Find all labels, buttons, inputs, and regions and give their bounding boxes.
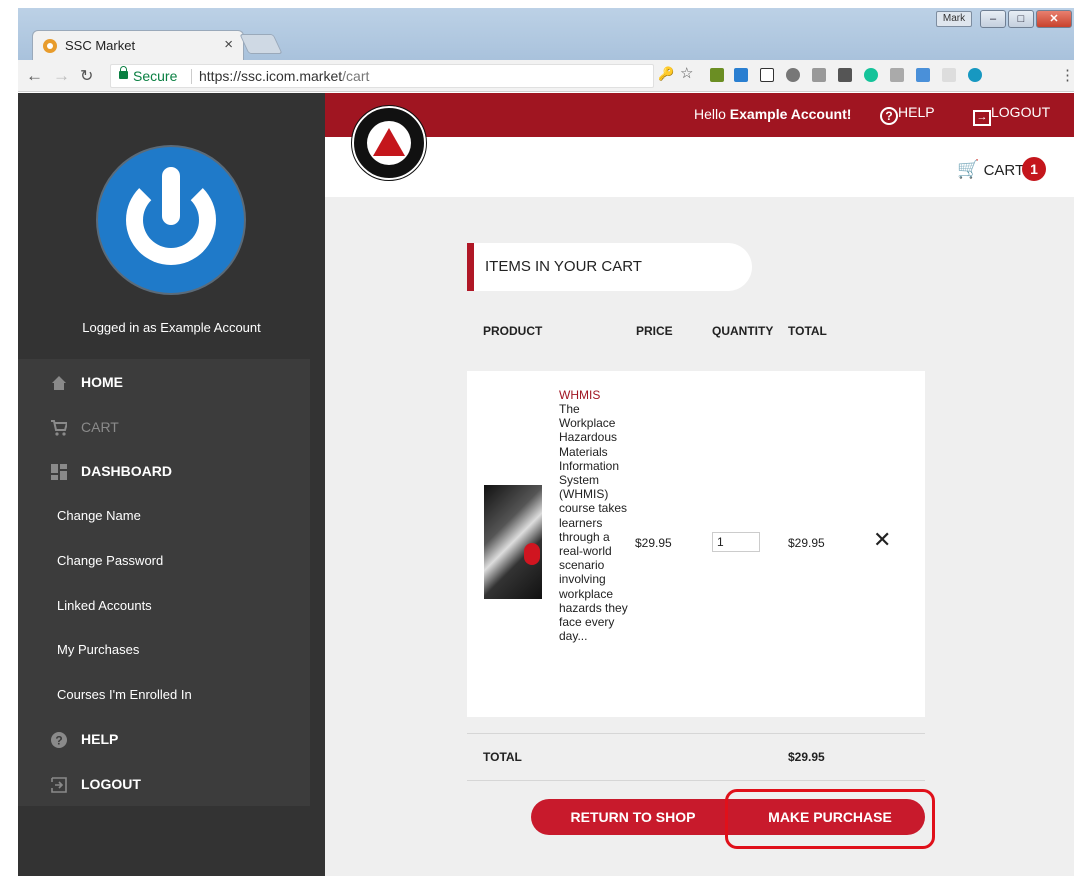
secure-label: Secure <box>133 68 178 84</box>
sidebar: Logged in as Example Account HOME CART D… <box>18 93 325 876</box>
sidebar-item-my-purchases[interactable]: My Purchases <box>18 631 310 671</box>
minimize-button[interactable]: – <box>980 10 1006 28</box>
profile-button[interactable]: Mark <box>936 11 972 27</box>
blue-extension-icon[interactable] <box>916 68 930 82</box>
recycle-extension-icon[interactable] <box>710 68 724 82</box>
square-extension-icon[interactable] <box>838 68 852 82</box>
sidebar-item-dashboard[interactable]: DASHBOARD <box>18 452 310 492</box>
column-quantity: QUANTITY <box>712 324 774 338</box>
tab-close-icon[interactable]: × <box>224 36 233 53</box>
maximize-button[interactable]: □ <box>1008 10 1034 28</box>
sidebar-item-change-name[interactable]: Change Name <box>18 497 310 537</box>
browser-menu-icon[interactable]: ⋮ <box>1060 66 1074 84</box>
new-extension-icon[interactable] <box>734 68 748 82</box>
sidebar-item-cart[interactable]: CART <box>18 408 310 448</box>
greeting: Hello Example Account! <box>694 106 852 122</box>
product-name[interactable]: WHMIS <box>559 388 600 402</box>
cart-link[interactable]: 🛒 CART <box>957 159 1024 180</box>
highlight-annotation <box>725 789 935 849</box>
product-description: The Workplace Hazardous Materials Inform… <box>559 402 628 644</box>
sidebar-item-change-password[interactable]: Change Password <box>18 542 310 582</box>
eye-extension-icon[interactable] <box>786 68 800 82</box>
sidebar-menu: HOME CART DASHBOARD Change Name Change P… <box>18 359 310 806</box>
help-circle-icon: ? <box>880 107 898 125</box>
browser-window: SSC Market × Mark – □ ✕ ← → ↻ Secure htt… <box>18 8 1074 876</box>
sidebar-item-linked-accounts[interactable]: Linked Accounts <box>18 587 310 627</box>
sidebar-item-home[interactable]: HOME <box>18 363 310 403</box>
site-favicon-icon <box>43 39 57 53</box>
cart-item-row: WHMIS The Workplace Hazardous Materials … <box>467 371 925 717</box>
close-window-button[interactable]: ✕ <box>1036 10 1072 28</box>
triangle-logo-icon <box>373 128 405 156</box>
url-text: https://ssc.icom.market/cart <box>199 68 370 84</box>
logout-arrow-icon: → <box>973 110 991 126</box>
help-icon: ? <box>51 732 67 748</box>
column-product: PRODUCT <box>483 324 543 338</box>
sidebar-item-logout[interactable]: LOGOUT <box>18 765 310 805</box>
cart-heading: ITEMS IN YOUR CART <box>467 243 752 291</box>
cart-count-badge: 1 <box>1022 157 1046 181</box>
browser-toolbar: ← → ↻ Secure https://ssc.icom.market/car… <box>18 60 1074 92</box>
lock-icon <box>119 66 128 79</box>
forward-arrow-icon[interactable]: → <box>53 66 70 86</box>
checkbox-extension-icon[interactable] <box>760 68 774 82</box>
sidebar-item-help[interactable]: ? HELP <box>18 720 310 760</box>
browser-title-bar: SSC Market × Mark – □ ✕ <box>18 8 1074 60</box>
home-icon <box>52 376 66 390</box>
product-thumbnail[interactable] <box>484 485 542 599</box>
browser-tab[interactable]: SSC Market × <box>32 30 244 60</box>
logout-link[interactable]: → LOGOUT <box>973 104 1050 126</box>
return-to-shop-button[interactable]: RETURN TO SHOP <box>531 799 735 835</box>
remove-item-icon[interactable]: ✕ <box>873 529 891 551</box>
dashboard-icon <box>51 464 67 480</box>
column-price: PRICE <box>636 324 673 338</box>
item-total: $29.95 <box>788 536 825 550</box>
reload-icon[interactable]: ↻ <box>80 66 93 86</box>
tab-title: SSC Market <box>65 38 136 53</box>
cart-header-icon: 🛒 <box>957 159 980 179</box>
grey-extension-icon[interactable] <box>890 68 904 82</box>
pdf-extension-icon[interactable] <box>942 68 956 82</box>
logged-in-text: Logged in as Example Account <box>82 320 261 335</box>
main-content: Hello Example Account! ? HELP → LOGOUT 🛒 C… <box>325 93 1074 876</box>
salesforce-extension-icon[interactable] <box>968 68 982 82</box>
svg-text:?: ? <box>55 734 62 748</box>
download-extension-icon[interactable] <box>812 68 826 82</box>
cart-heading-text: ITEMS IN YOUR CART <box>485 258 642 275</box>
back-arrow-icon[interactable]: ← <box>26 66 43 86</box>
bookmark-star-icon[interactable]: ☆ <box>680 64 694 82</box>
grammarly-extension-icon[interactable] <box>864 68 878 82</box>
sidebar-item-courses-enrolled[interactable]: Courses I'm Enrolled In <box>18 676 310 716</box>
new-tab-button[interactable] <box>239 34 283 54</box>
logout-icon <box>51 777 67 793</box>
help-link[interactable]: ? HELP <box>880 104 935 125</box>
total-label: TOTAL <box>483 750 522 764</box>
key-icon[interactable]: 🔑 <box>658 66 674 81</box>
top-bar: Hello Example Account! ? HELP → LOGOUT <box>325 93 1074 137</box>
item-price: $29.95 <box>635 536 672 550</box>
total-value: $29.95 <box>788 750 825 764</box>
column-total: TOTAL <box>788 324 827 338</box>
quantity-input[interactable] <box>712 532 760 552</box>
address-bar[interactable]: Secure https://ssc.icom.market/cart <box>110 64 654 88</box>
avatar <box>96 145 246 295</box>
cart-icon <box>51 420 67 436</box>
saskatchewan-safety-council-logo[interactable] <box>351 105 427 181</box>
